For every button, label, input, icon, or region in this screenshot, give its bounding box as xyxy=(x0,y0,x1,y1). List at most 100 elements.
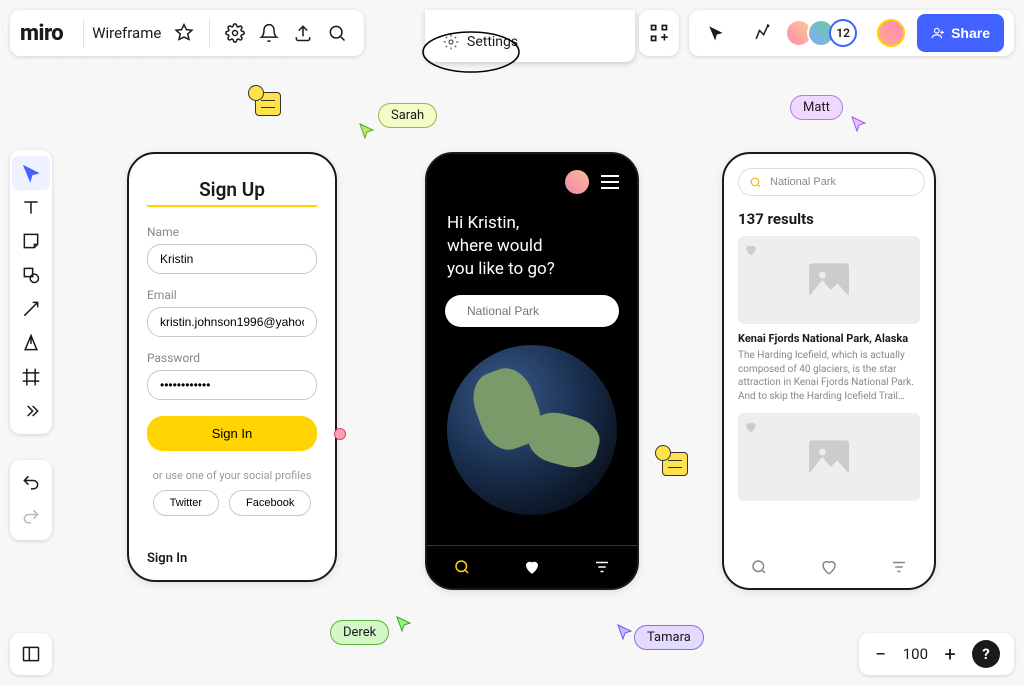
cursor-matt xyxy=(850,115,868,133)
nav-filter-icon[interactable] xyxy=(593,558,611,576)
result-card[interactable] xyxy=(738,413,920,501)
undo-button[interactable] xyxy=(12,466,50,500)
select-tool[interactable] xyxy=(12,156,50,190)
top-toolbar: miro Wireframe xyxy=(10,10,364,56)
results-count: 137 results xyxy=(738,210,920,228)
more-tools[interactable] xyxy=(12,394,50,428)
board-name[interactable]: Wireframe xyxy=(92,24,161,42)
nav-heart-icon[interactable] xyxy=(820,558,838,576)
settings-menu-item[interactable]: Settings xyxy=(443,34,518,50)
signup-title: Sign Up xyxy=(129,178,335,201)
menu-icon[interactable] xyxy=(601,175,619,189)
result-card[interactable]: Kenai Fjords National Park, Alaska The H… xyxy=(738,236,920,403)
bottom-nav xyxy=(724,546,934,588)
left-toolbar xyxy=(10,150,52,434)
connector-handle[interactable] xyxy=(334,428,346,440)
search-input[interactable] xyxy=(465,303,624,319)
zoom-controls: − 100 + ? xyxy=(859,633,1014,675)
sticky-note[interactable] xyxy=(662,452,688,476)
user-tag-matt: Matt xyxy=(790,95,843,120)
search-input[interactable] xyxy=(768,175,914,189)
share-button[interactable]: Share xyxy=(917,14,1004,52)
or-text: or use one of your social profiles xyxy=(129,469,335,482)
text-tool[interactable] xyxy=(12,190,50,224)
nav-heart-icon[interactable] xyxy=(523,558,541,576)
bottom-nav xyxy=(427,545,637,588)
miro-logo[interactable]: miro xyxy=(20,21,63,46)
greeting-text: Hi Kristin, where would you like to go? xyxy=(427,194,637,295)
sticky-note[interactable] xyxy=(255,92,281,116)
apps-icon xyxy=(649,23,669,43)
twitter-button[interactable]: Twitter xyxy=(153,490,219,516)
pen-tool[interactable] xyxy=(12,326,50,360)
present-cluster: 12 Share xyxy=(689,10,1014,56)
frame-tool[interactable] xyxy=(12,360,50,394)
mockup-home[interactable]: Hi Kristin, where would you like to go? xyxy=(425,152,639,590)
apps-button[interactable] xyxy=(639,10,679,56)
zoom-in-button[interactable]: + xyxy=(942,642,958,666)
nav-search-icon[interactable] xyxy=(750,558,768,576)
mockup-signup[interactable]: Sign Up Name Email Password Sign In or u… xyxy=(127,152,337,582)
globe-image xyxy=(447,345,617,515)
image-placeholder xyxy=(738,236,920,324)
signin-button[interactable]: Sign In xyxy=(147,416,317,451)
divider xyxy=(83,19,84,47)
undo-redo-toolbar xyxy=(10,460,52,540)
gear-icon xyxy=(443,34,459,50)
password-input[interactable] xyxy=(147,370,317,400)
search-icon[interactable] xyxy=(326,22,348,44)
star-icon[interactable] xyxy=(173,22,195,44)
redo-button[interactable] xyxy=(12,500,50,534)
image-placeholder xyxy=(738,413,920,501)
divider xyxy=(147,205,317,207)
top-right-cluster: 12 Share xyxy=(639,10,1014,56)
avatar-count[interactable]: 12 xyxy=(829,19,857,47)
share-label: Share xyxy=(951,25,990,41)
cursor-sarah xyxy=(358,122,376,140)
settings-label: Settings xyxy=(467,34,518,50)
cursor-icon[interactable] xyxy=(705,22,727,44)
user-tag-tamara: Tamara xyxy=(634,625,704,650)
favorite-icon[interactable] xyxy=(744,242,758,261)
divider xyxy=(209,19,210,47)
nav-filter-icon[interactable] xyxy=(890,558,908,576)
nav-search-icon[interactable] xyxy=(453,558,471,576)
zoom-out-button[interactable]: − xyxy=(873,642,889,666)
search-icon xyxy=(749,176,762,189)
name-input[interactable] xyxy=(147,244,317,274)
arrow-tool[interactable] xyxy=(12,292,50,326)
user-tag-derek: Derek xyxy=(330,620,389,645)
shape-tool[interactable] xyxy=(12,258,50,292)
bell-icon[interactable] xyxy=(258,22,280,44)
search-field[interactable] xyxy=(445,295,619,327)
email-input[interactable] xyxy=(147,307,317,337)
current-user-avatar[interactable] xyxy=(877,19,905,47)
cursor-derek xyxy=(395,615,413,633)
user-plus-icon xyxy=(931,26,945,40)
facebook-button[interactable]: Facebook xyxy=(229,490,311,516)
help-button[interactable]: ? xyxy=(972,640,1000,668)
favorite-icon[interactable] xyxy=(744,419,758,438)
sticky-note-tool[interactable] xyxy=(12,224,50,258)
settings-icon[interactable] xyxy=(224,22,246,44)
export-icon[interactable] xyxy=(292,22,314,44)
image-icon xyxy=(809,440,849,474)
email-label: Email xyxy=(147,288,177,302)
signin-link[interactable]: Sign In xyxy=(147,551,187,566)
card-title: Kenai Fjords National Park, Alaska xyxy=(738,332,920,345)
profile-avatar[interactable] xyxy=(565,170,589,194)
reactions-icon[interactable] xyxy=(751,22,773,44)
password-label: Password xyxy=(147,351,200,365)
frames-panel-button[interactable] xyxy=(10,633,52,675)
mockup-results[interactable]: 137 results Kenai Fjords National Park, … xyxy=(722,152,936,590)
card-description: The Harding Icefield, which is actually … xyxy=(738,349,920,403)
zoom-value[interactable]: 100 xyxy=(903,645,928,663)
name-label: Name xyxy=(147,225,179,239)
cursor-tamara xyxy=(616,623,634,641)
settings-dropdown: Settings xyxy=(425,10,635,62)
user-tag-sarah: Sarah xyxy=(378,103,437,128)
image-icon xyxy=(809,263,849,297)
search-field[interactable] xyxy=(738,168,925,196)
collaborator-avatars[interactable]: 12 xyxy=(791,19,857,47)
panel-icon xyxy=(21,644,41,664)
